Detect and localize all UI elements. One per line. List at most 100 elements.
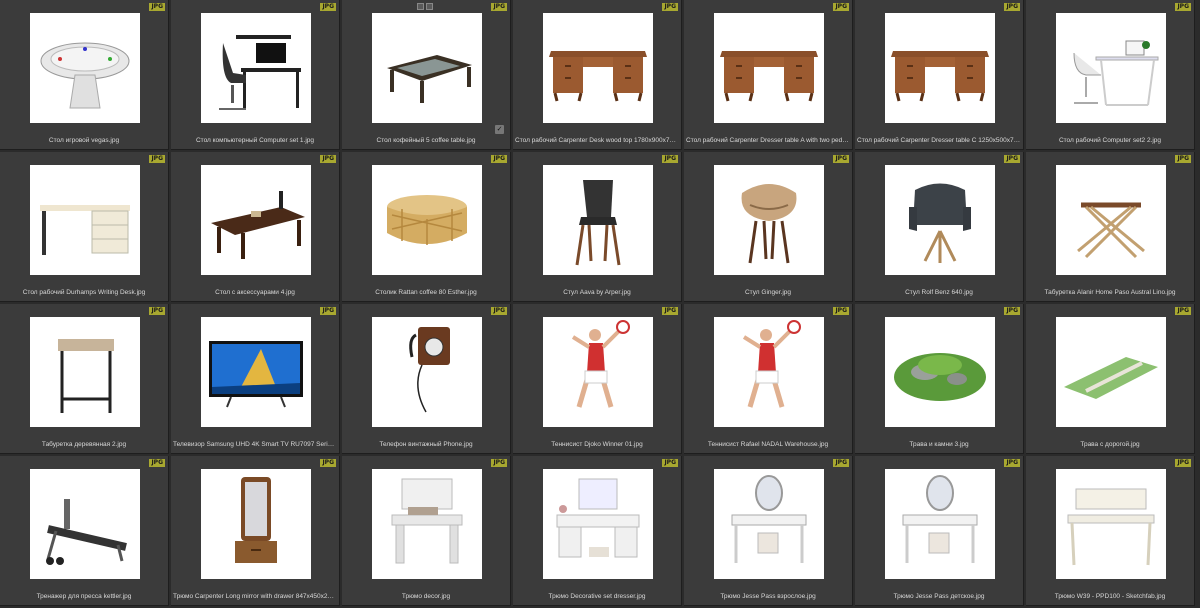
thumbnail-item[interactable]: JPG Столик Rattan coffee 80 Esther.jpg bbox=[342, 152, 511, 302]
thumbnail-item[interactable]: JPG Стол рабочий Carpenter Dresser table … bbox=[684, 0, 853, 150]
file-name-label: Стол рабочий Computer set2 2.jpg bbox=[1058, 137, 1162, 144]
frame-icon[interactable] bbox=[417, 3, 424, 10]
file-name-label: Трюмо Jesse Pass детское.jpg bbox=[893, 593, 985, 600]
thumbnail-item[interactable]: JPG Стол игровой vegas.jpg bbox=[0, 0, 169, 150]
thumbnail-item[interactable]: JPG Стол рабочий Carpenter Desk wood top … bbox=[513, 0, 682, 150]
thumbnail-item[interactable]: JPG Стол рабочий Carpenter Dresser table … bbox=[855, 0, 1024, 150]
file-name-label: Столик Rattan coffee 80 Esther.jpg bbox=[375, 289, 477, 296]
thumbnail-item[interactable]: JPG Телефон винтажный Phone.jpg bbox=[342, 304, 511, 454]
file-type-badge: JPG bbox=[149, 307, 165, 315]
file-name-label: Трава и камни 3.jpg bbox=[909, 441, 969, 448]
file-name-label: Трюмо Decorative set dresser.jpg bbox=[548, 593, 646, 600]
thumbnail-item[interactable]: JPG Теннисист Rafael NADAL Warehouse.jpg bbox=[684, 304, 853, 454]
thumbnail-item[interactable]: JPG Трюмо decor.jpg bbox=[342, 456, 511, 606]
thumbnail-item[interactable]: JPG Трюмо Carpenter Long mirror with draw… bbox=[171, 456, 340, 606]
edit-icon[interactable] bbox=[426, 3, 433, 10]
file-type-badge: JPG bbox=[833, 307, 849, 315]
rattan-table-icon bbox=[372, 165, 482, 275]
checkbox-icon[interactable]: ✓ bbox=[495, 125, 504, 134]
thumbnail-item[interactable]: JPG Стол рабочий Computer set2 2.jpg bbox=[1026, 0, 1195, 150]
thumbnail-item[interactable]: JPG Трюмо Jesse Pass взрослое.jpg bbox=[684, 456, 853, 606]
vanity-table-icon bbox=[372, 469, 482, 579]
ab-bench-icon bbox=[30, 469, 140, 579]
file-type-badge: JPG bbox=[320, 459, 336, 467]
file-type-badge: JPG bbox=[833, 155, 849, 163]
wooden-desk-icon bbox=[885, 13, 995, 123]
writing-desk-icon bbox=[30, 165, 140, 275]
thumbnail-item[interactable]: JPG Стол рабочий Durhamps Writing Desk.jp… bbox=[0, 152, 169, 302]
file-name-label: Стол рабочий Carpenter Desk wood top 178… bbox=[515, 137, 679, 144]
file-name-label: Стол рабочий Durhamps Writing Desk.jpg bbox=[22, 289, 146, 296]
grass-rocks-icon bbox=[885, 317, 995, 427]
file-name-label: Табуретка Alanir Home Paso Austral Lino.… bbox=[1044, 289, 1176, 296]
file-type-badge: JPG bbox=[1004, 155, 1020, 163]
file-type-badge: JPG bbox=[1004, 307, 1020, 315]
file-type-badge: JPG bbox=[833, 3, 849, 11]
file-name-label: Трюмо decor.jpg bbox=[401, 593, 451, 600]
file-type-badge: JPG bbox=[149, 459, 165, 467]
oval-vanity-icon bbox=[885, 469, 995, 579]
file-type-badge: JPG bbox=[1004, 459, 1020, 467]
thumbnail-item[interactable]: JPG Тренажер для пресса kettler.jpg bbox=[0, 456, 169, 606]
file-type-badge: JPG bbox=[491, 3, 507, 11]
armchair-icon bbox=[885, 165, 995, 275]
thumbnail-item[interactable]: JPG Трава и камни 3.jpg bbox=[855, 304, 1024, 454]
wooden-desk-icon bbox=[543, 13, 653, 123]
shell-chair-icon bbox=[714, 165, 824, 275]
file-name-label: Стол рабочий Carpenter Dresser table A w… bbox=[686, 137, 850, 144]
chair-icon bbox=[543, 165, 653, 275]
thumbnail-item[interactable]: JPG Стол с аксессуарами 4.jpg bbox=[171, 152, 340, 302]
thumbnail-item[interactable]: JPG Стул Aava by Arper.jpg bbox=[513, 152, 682, 302]
file-type-badge: JPG bbox=[320, 3, 336, 11]
thumbnail-item[interactable]: JPG Трюмо Jesse Pass детское.jpg bbox=[855, 456, 1024, 606]
file-name-label: Стул Aava by Arper.jpg bbox=[563, 289, 631, 296]
thumbnail-item[interactable]: JPG Стул Rolf Benz 640.jpg bbox=[855, 152, 1024, 302]
glass-desk-icon bbox=[1056, 13, 1166, 123]
file-type-badge: JPG bbox=[1175, 3, 1191, 11]
item-toolbar bbox=[417, 3, 433, 10]
thumbnail-item[interactable]: JPG Табуретка Alanir Home Paso Austral Li… bbox=[1026, 152, 1195, 302]
thumbnail-item[interactable]: JPG Трава с дорогой.jpg bbox=[1026, 304, 1195, 454]
file-type-badge: JPG bbox=[320, 307, 336, 315]
thumbnail-item[interactable]: JPG Табуретка деревянная 2.jpg bbox=[0, 304, 169, 454]
file-type-badge: JPG bbox=[491, 155, 507, 163]
poker-table-icon bbox=[30, 13, 140, 123]
wooden-desk-icon bbox=[714, 13, 824, 123]
file-name-label: Стол с аксессуарами 4.jpg bbox=[215, 289, 295, 296]
file-type-badge: JPG bbox=[1175, 307, 1191, 315]
file-name-label: Телефон винтажный Phone.jpg bbox=[379, 441, 473, 448]
file-name-label: Стул Rolf Benz 640.jpg bbox=[905, 289, 973, 296]
thumbnail-item[interactable]: JPG Теннисист Djoko Winner 01.jpg bbox=[513, 304, 682, 454]
tennis-player-icon bbox=[714, 317, 824, 427]
thumbnail-grid: JPG Стол игровой vegas.jpg JPG Стол компьют… bbox=[0, 0, 1200, 608]
file-name-label: Теннисист Djoko Winner 01.jpg bbox=[551, 441, 643, 448]
file-type-badge: JPG bbox=[1175, 459, 1191, 467]
tv-icon bbox=[201, 317, 311, 427]
thumbnail-item[interactable]: JPG Телевизор Samsung UHD 4K Smart TV RU7… bbox=[171, 304, 340, 454]
file-name-label: Табуретка деревянная 2.jpg bbox=[41, 441, 127, 448]
file-name-label: Тренажер для пресса kettler.jpg bbox=[36, 593, 132, 600]
vanity-set-icon bbox=[543, 469, 653, 579]
thumbnail-item[interactable]: JPG Стул Ginger.jpg bbox=[684, 152, 853, 302]
thumbnail-item[interactable]: JPG Стол кофейный 5 coffee table.jpg ✓ bbox=[342, 0, 511, 150]
file-name-label: Стол кофейный 5 coffee table.jpg bbox=[376, 137, 476, 144]
desk-accessories-icon bbox=[201, 165, 311, 275]
thumbnail-item[interactable]: JPG Трюмо W39 - PPD100 - Sketchfab.jpg bbox=[1026, 456, 1195, 606]
file-type-badge: JPG bbox=[662, 3, 678, 11]
writing-table-icon bbox=[1056, 469, 1166, 579]
file-name-label: Стол компьютерный Computer set 1.jpg bbox=[195, 137, 315, 144]
file-name-label: Стул Ginger.jpg bbox=[744, 289, 792, 296]
file-type-badge: JPG bbox=[662, 155, 678, 163]
thumbnail-item[interactable]: JPG Стол компьютерный Computer set 1.jpg bbox=[171, 0, 340, 150]
file-type-badge: JPG bbox=[662, 459, 678, 467]
file-type-badge: JPG bbox=[833, 459, 849, 467]
folding-stool-icon bbox=[1056, 165, 1166, 275]
vintage-phone-icon bbox=[372, 317, 482, 427]
file-name-label: Стол игровой vegas.jpg bbox=[48, 137, 120, 144]
file-name-label: Телевизор Samsung UHD 4K Smart TV RU7097… bbox=[173, 441, 337, 448]
coffee-table-icon bbox=[372, 13, 482, 123]
file-type-badge: JPG bbox=[662, 307, 678, 315]
file-type-badge: JPG bbox=[149, 3, 165, 11]
stool-icon bbox=[30, 317, 140, 427]
thumbnail-item[interactable]: JPG Трюмо Decorative set dresser.jpg bbox=[513, 456, 682, 606]
